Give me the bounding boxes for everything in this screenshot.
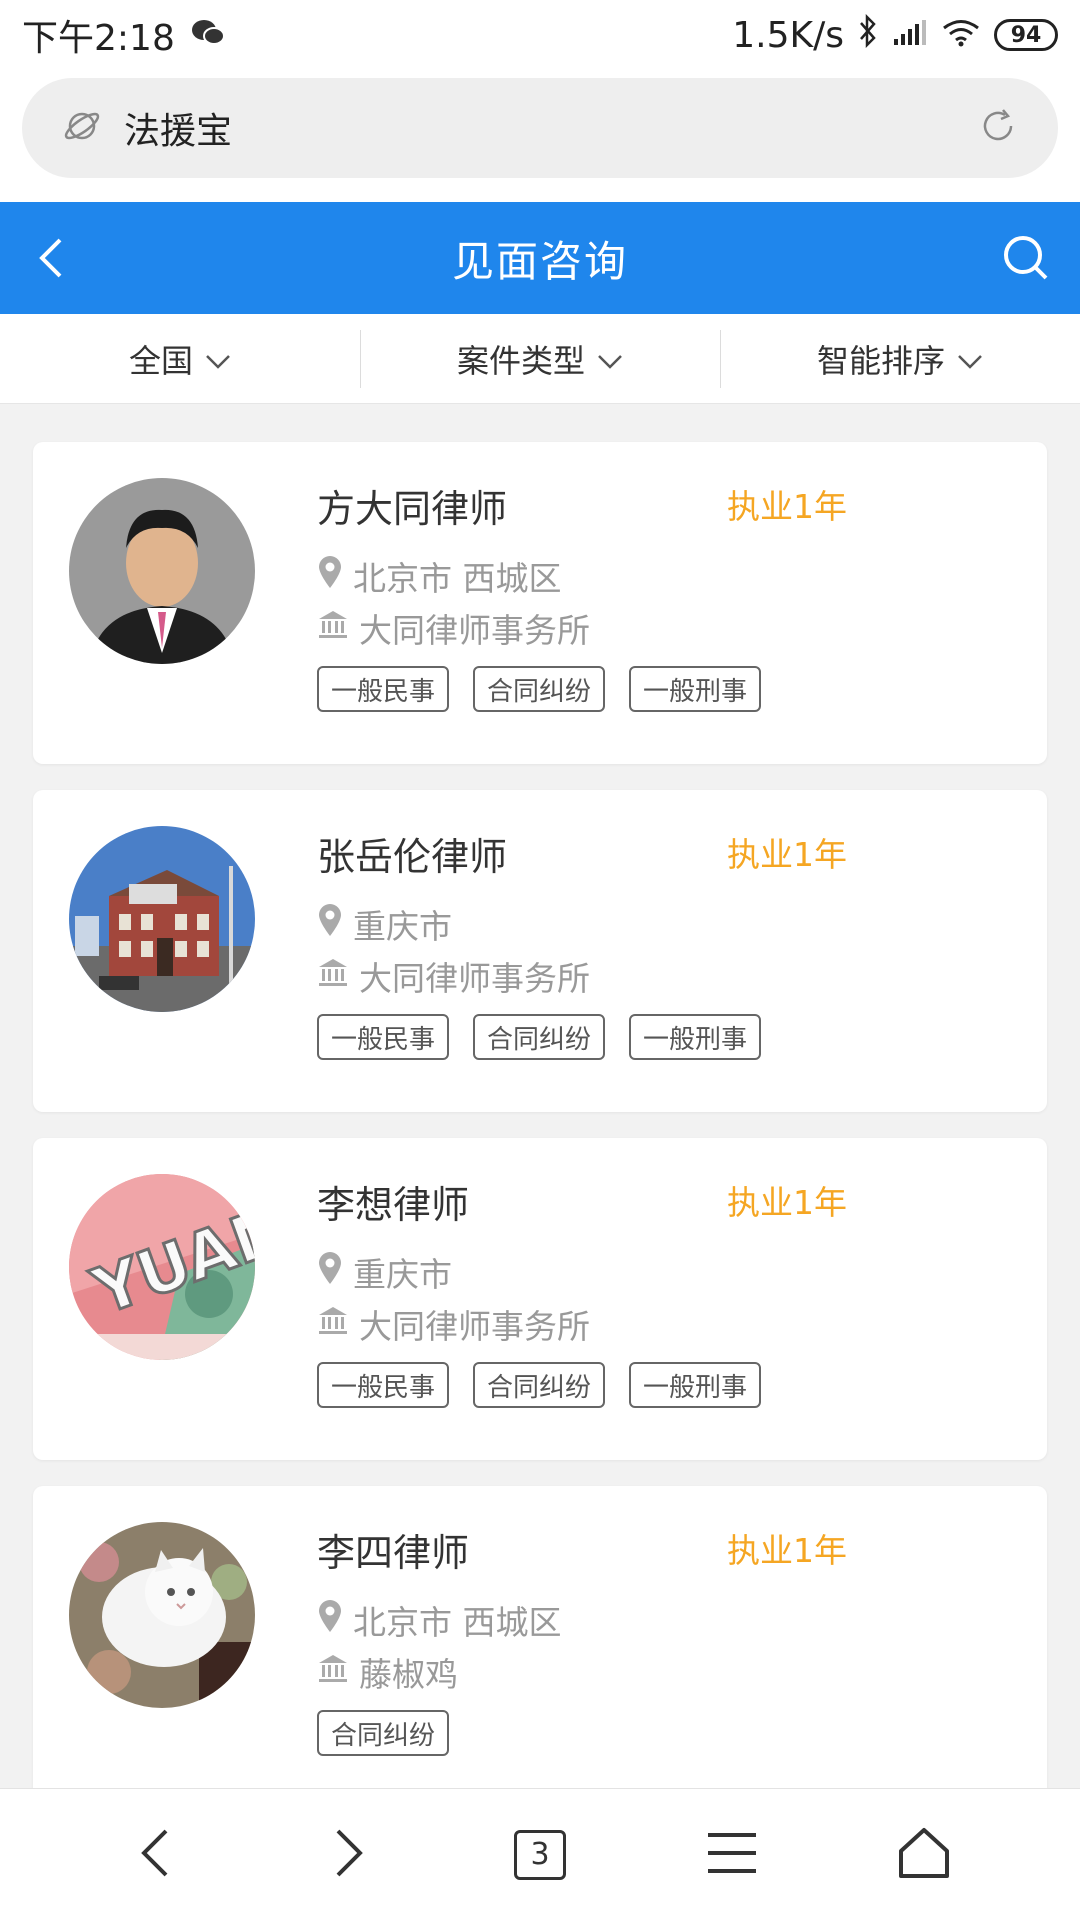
filter-bar: 全国 案件类型 智能排序 [0, 314, 1080, 404]
experience-badge: 执业1年 [727, 487, 847, 526]
back-icon[interactable] [28, 232, 80, 284]
location-pin-icon [317, 555, 343, 597]
lawyer-name: 方大同律师 [317, 487, 508, 531]
lawyer-card[interactable]: 张岳伦律师 执业1年 重庆市 大同律师事务所 一般民事 合同纠纷 一般刑事 [33, 790, 1047, 1112]
chevron-right-icon [328, 1825, 368, 1885]
filter-case-type[interactable]: 案件类型 [360, 314, 720, 403]
tabs-button[interactable]: 3 [500, 1815, 580, 1895]
address-text: 法援宝 [124, 111, 233, 152]
location-row: 重庆市 [317, 900, 452, 948]
battery-indicator: 94 [994, 19, 1058, 51]
chevron-down-icon [597, 340, 623, 378]
address-bar[interactable]: 法援宝 [22, 78, 1058, 178]
experience-badge: 执业1年 [727, 835, 847, 874]
location-text: 北京市 西城区 [353, 559, 562, 598]
practice-tag: 一般民事 [317, 666, 450, 712]
practice-tag: 合同纠纷 [473, 1014, 606, 1060]
avatar [69, 826, 255, 1012]
tag-list: 一般民事 合同纠纷 一般刑事 [317, 666, 762, 712]
lawyer-card[interactable]: 方大同律师 执业1年 北京市 西城区 大同律师事务所 一般民事 合同纠纷 一般刑… [33, 442, 1047, 764]
browser-bottom-nav: 3 [0, 1788, 1080, 1920]
firm-text: 大同律师事务所 [359, 959, 590, 998]
practice-tag: 一般刑事 [629, 666, 762, 712]
location-row: 北京市 西城区 [317, 552, 562, 600]
app-header: 见面咨询 [0, 202, 1080, 314]
practice-tag: 一般民事 [317, 1014, 450, 1060]
location-row: 北京市 西城区 [317, 1596, 562, 1644]
chevron-down-icon [957, 340, 983, 378]
status-bar: 下午2:18 1.5K/s 94 [0, 0, 1080, 70]
lawyer-card[interactable]: YUAN 李想律师 执业1年 重庆市 大同律师事务所 一般民事 合同纠纷 一般刑… [33, 1138, 1047, 1460]
chevron-down-icon [205, 340, 231, 378]
tag-list: 合同纠纷 [317, 1710, 450, 1756]
signal-icon [892, 15, 928, 56]
wifi-icon [942, 15, 980, 56]
menu-button[interactable] [692, 1815, 772, 1895]
avatar: YUAN [69, 1174, 255, 1360]
courthouse-icon [317, 1652, 349, 1692]
wechat-icon [191, 15, 225, 56]
filter-label: 智能排序 [816, 341, 945, 380]
lawyer-card[interactable]: 李四律师 执业1年 北京市 西城区 藤椒鸡 合同纠纷 [33, 1486, 1047, 1788]
tab-count: 3 [514, 1829, 566, 1880]
practice-tag: 合同纠纷 [473, 666, 606, 712]
lawyer-list: 方大同律师 执业1年 北京市 西城区 大同律师事务所 一般民事 合同纠纷 一般刑… [0, 404, 1080, 1788]
browser-toolbar: 法援宝 [0, 70, 1080, 202]
menu-icon [706, 1831, 758, 1879]
page-title: 见面咨询 [451, 236, 628, 286]
location-pin-icon [317, 903, 343, 945]
firm-row: 藤椒鸡 [317, 1648, 458, 1696]
search-icon[interactable] [1000, 232, 1052, 284]
lawyer-name: 李四律师 [317, 1531, 470, 1575]
filter-label: 案件类型 [456, 341, 585, 380]
reload-icon[interactable] [978, 106, 1018, 150]
avatar [69, 1522, 255, 1708]
home-icon [897, 1827, 951, 1883]
filter-sort[interactable]: 智能排序 [720, 314, 1080, 403]
firm-text: 大同律师事务所 [359, 611, 590, 650]
firm-text: 大同律师事务所 [359, 1307, 590, 1346]
chevron-left-icon [136, 1825, 176, 1885]
tag-list: 一般民事 合同纠纷 一般刑事 [317, 1014, 762, 1060]
firm-row: 大同律师事务所 [317, 952, 590, 1000]
planet-icon [62, 106, 102, 150]
experience-badge: 执业1年 [727, 1531, 847, 1570]
firm-row: 大同律师事务所 [317, 604, 590, 652]
lawyer-name: 张岳伦律师 [317, 835, 508, 879]
practice-tag: 合同纠纷 [317, 1710, 450, 1756]
practice-tag: 一般刑事 [629, 1014, 762, 1060]
nav-back-button[interactable] [116, 1815, 196, 1895]
location-pin-icon [317, 1599, 343, 1641]
lawyer-name: 李想律师 [317, 1183, 470, 1227]
firm-row: 大同律师事务所 [317, 1300, 590, 1348]
nav-forward-button[interactable] [308, 1815, 388, 1895]
bluetooth-icon [858, 13, 878, 57]
location-text: 北京市 西城区 [353, 1603, 562, 1642]
avatar [69, 478, 255, 664]
practice-tag: 合同纠纷 [473, 1362, 606, 1408]
filter-label: 全国 [128, 341, 193, 380]
network-speed: 1.5K/s [732, 14, 844, 56]
practice-tag: 一般刑事 [629, 1362, 762, 1408]
location-row: 重庆市 [317, 1248, 452, 1296]
location-text: 重庆市 [353, 907, 452, 946]
filter-region[interactable]: 全国 [0, 314, 360, 403]
experience-badge: 执业1年 [727, 1183, 847, 1222]
status-time: 下午2:18 [22, 18, 175, 59]
location-pin-icon [317, 1251, 343, 1293]
practice-tag: 一般民事 [317, 1362, 450, 1408]
home-button[interactable] [884, 1815, 964, 1895]
tag-list: 一般民事 合同纠纷 一般刑事 [317, 1362, 762, 1408]
location-text: 重庆市 [353, 1255, 452, 1294]
courthouse-icon [317, 1304, 349, 1344]
firm-text: 藤椒鸡 [359, 1655, 458, 1694]
courthouse-icon [317, 608, 349, 648]
courthouse-icon [317, 956, 349, 996]
